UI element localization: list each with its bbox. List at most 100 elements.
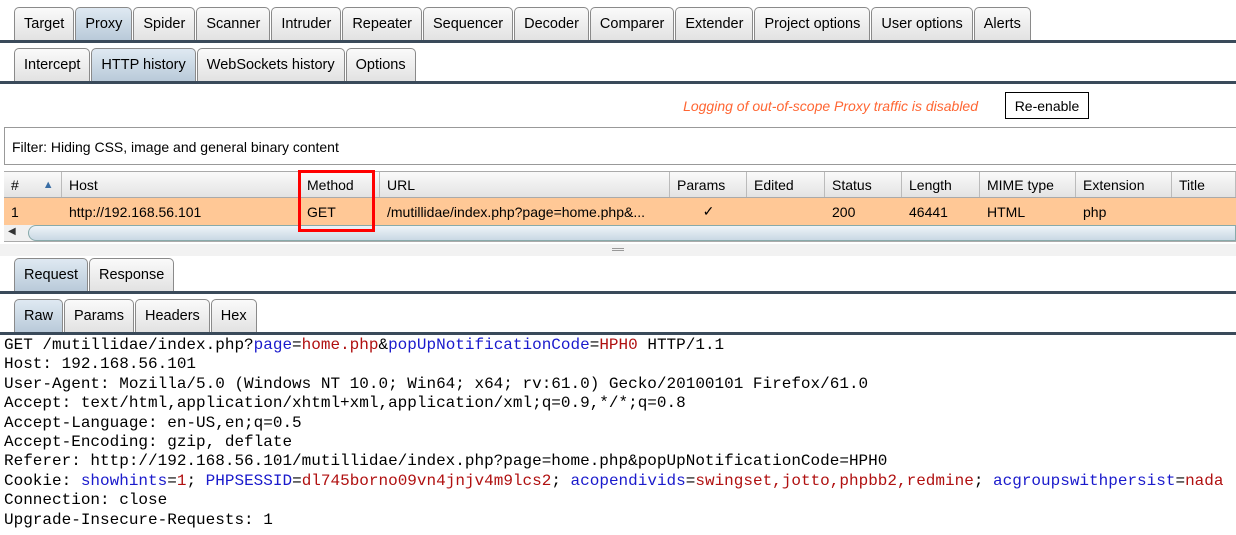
param-name: PHPSESSID [205, 471, 293, 490]
re-enable-button[interactable]: Re-enable [1005, 92, 1089, 119]
column-label: URL [387, 176, 416, 193]
method-highlight-box [298, 170, 375, 232]
request-line: Host: 192.168.56.101 [4, 355, 1223, 374]
tab-comparer[interactable]: Comparer [589, 7, 675, 40]
column-label: Extension [1083, 176, 1145, 193]
column-header-params[interactable]: Params [670, 172, 747, 197]
tab-spider[interactable]: Spider [133, 7, 196, 40]
request-text: Cookie: [4, 471, 81, 490]
request-text: Connection: close [4, 491, 168, 510]
column-label: Length [909, 176, 952, 193]
param-name: showhints [80, 471, 168, 490]
column-header-url[interactable]: URL [380, 172, 670, 197]
column-header-extension[interactable]: Extension [1076, 172, 1172, 197]
request-text: = [589, 336, 600, 354]
main-tab-bar: Target Proxy Spider Scanner Intruder Repeater… [0, 7, 1236, 43]
cell-mime-type: HTML [987, 203, 1026, 220]
view-tab-bar: Raw Params Headers Hex [0, 299, 1236, 335]
param-value: swingset,jotto,phpbb2,redmine [695, 471, 974, 490]
table-row[interactable]: 1 http://192.168.56.101 GET/mutillidae/ind… [4, 198, 1236, 225]
column-label: Host [69, 176, 98, 193]
column-label: Params [677, 176, 726, 193]
column-label: Status [832, 176, 872, 193]
subtab-intercept[interactable]: Intercept [14, 48, 91, 81]
tab-repeater[interactable]: Repeater [342, 7, 422, 40]
request-line: GET /mutillidae/index.php?page=home.php&… [4, 336, 1223, 355]
tab-decoder[interactable]: Decoder [514, 7, 589, 40]
tab-alerts[interactable]: Alerts [973, 7, 1031, 40]
logging-message: Logging of out-of-scope Proxy traffic is… [683, 98, 978, 114]
raw-request-editor[interactable]: GET /mutillidae/index.php?page=home.php&… [4, 336, 1223, 530]
param-value: 1 [176, 471, 187, 490]
tab-project-options[interactable]: Project options [754, 7, 871, 40]
view-tab-headers[interactable]: Headers [134, 299, 210, 332]
param-name: acopendivids [570, 471, 686, 490]
column-header-edited[interactable]: Edited [747, 172, 825, 197]
column-header-title[interactable]: Title [1172, 172, 1236, 197]
scrollbar-thumb[interactable] [28, 225, 1236, 241]
tab-response[interactable]: Response [89, 258, 175, 291]
param-value: nada [1185, 471, 1224, 490]
param-name: popUpNotificationCode [388, 336, 590, 354]
tab-sequencer[interactable]: Sequencer [422, 7, 514, 40]
sort-ascending-icon[interactable]: ▲ [43, 179, 54, 191]
tab-proxy[interactable]: Proxy [75, 7, 133, 40]
param-name: page [253, 336, 293, 354]
cell-host: http://192.168.56.101 [69, 203, 202, 220]
column-header-mime-type[interactable]: MIME type [980, 172, 1076, 197]
tab-intruder[interactable]: Intruder [271, 7, 342, 40]
split-divider[interactable] [0, 244, 1236, 256]
subtab-http-history[interactable]: HTTP history [91, 48, 196, 81]
param-value: home.php [301, 336, 379, 354]
request-line: User-Agent: Mozilla/5.0 (Windows NT 10.0… [4, 375, 1223, 394]
request-text: HTTP/1.1 [637, 336, 725, 354]
tab-request[interactable]: Request [14, 258, 89, 291]
request-text: Referer: http://192.168.56.101/mutillida… [4, 452, 888, 471]
table-header: # ▲ Host Method URL Params Edited Status Length M… [4, 171, 1236, 198]
request-text: Accept-Language: en-US,en;q=0.5 [4, 413, 302, 432]
cell-params: ✓ [702, 203, 715, 219]
request-text: GET /mutillidae/index.php? [4, 336, 254, 354]
request-line: Upgrade-Insecure-Requests: 1 [4, 511, 1223, 530]
proxy-tab-bar: Intercept HTTP history WebSockets history O… [0, 48, 1236, 84]
param-value: dl745borno09vn4jnjv4m9lcs2 [301, 471, 552, 490]
filter-bar[interactable]: Filter: Hiding CSS, image and general bi… [4, 127, 1236, 165]
logging-bar: Logging of out-of-scope Proxy traffic is… [0, 88, 1236, 124]
request-line: Accept-Encoding: gzip, deflate [4, 433, 1223, 452]
column-label: # [11, 176, 19, 193]
request-text: ; [973, 471, 994, 490]
cell-title [1172, 198, 1236, 225]
column-header-status[interactable]: Status [825, 172, 902, 197]
subtab-options[interactable]: Options [345, 48, 416, 81]
tab-user-options[interactable]: User options [871, 7, 973, 40]
divider-grip-icon[interactable] [612, 248, 624, 251]
param-name: acgroupswithpersist [993, 471, 1176, 490]
column-header-length[interactable]: Length [902, 172, 980, 197]
request-text: User-Agent: Mozilla/5.0 (Windows NT 10.0… [4, 374, 869, 393]
cell-status: 200 [832, 203, 856, 220]
request-text: = [1175, 471, 1186, 490]
request-text: = [292, 336, 302, 354]
request-line: Accept-Language: en-US,en;q=0.5 [4, 414, 1223, 433]
horizontal-scrollbar[interactable]: ◀ [4, 225, 1236, 242]
tab-extender[interactable]: Extender [675, 7, 754, 40]
request-text: ; [551, 471, 571, 490]
request-text: & [378, 336, 389, 354]
request-line: Accept: text/html,application/xhtml+xml,… [4, 394, 1223, 413]
request-text: = [167, 471, 177, 490]
column-label: MIME type [987, 176, 1054, 193]
tab-target[interactable]: Target [14, 7, 75, 40]
scroll-left-icon[interactable]: ◀ [8, 226, 16, 237]
column-header-host[interactable]: Host [62, 172, 300, 197]
cell-number: 1 [11, 203, 19, 220]
cell-length: 46441 [909, 203, 948, 220]
view-tab-raw[interactable]: Raw [14, 299, 64, 332]
history-table: # ▲ Host Method URL Params Edited Status Length M… [4, 171, 1236, 225]
tab-scanner[interactable]: Scanner [196, 7, 271, 40]
column-header-[interactable]: # ▲ [4, 172, 62, 197]
request-text: Accept: text/html,application/xhtml+xml,… [4, 394, 686, 413]
view-tab-params[interactable]: Params [64, 299, 134, 332]
subtab-websockets-history[interactable]: WebSockets history [196, 48, 345, 81]
cell-extension: php [1083, 203, 1107, 220]
view-tab-hex[interactable]: Hex [210, 299, 257, 332]
